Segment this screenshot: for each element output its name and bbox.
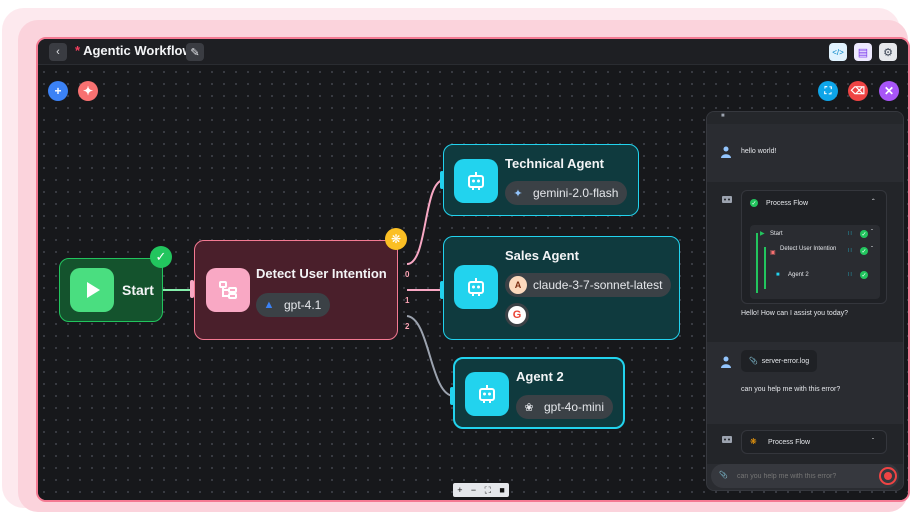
chat-message-user-2: 📎 server-error.log can you help me with … [707,342,903,424]
model-pill-agent2[interactable]: ❀ gpt-4o-mini [516,395,614,419]
status-success-icon: ✓ [150,246,172,268]
save-icon[interactable]: ▤ [854,43,872,61]
node-detect-label: Detect User Intention [256,266,387,281]
user-icon [721,356,731,368]
process-flow-title: Process Flow [766,200,809,207]
model-pill-sales[interactable]: A claude-3-7-sonnet-latest [505,273,672,297]
code-icon[interactable]: </> [829,43,847,61]
settings-icon[interactable]: ⚙ [879,43,897,61]
model-pill-detect[interactable]: ▲ gpt-4.1 [256,293,331,317]
edge-label-1: 1 [405,296,410,305]
chat-input-container: 📎 [711,464,899,488]
step-agent2-label: Agent 2 [788,272,809,278]
chat-top-row: ■ [707,112,903,124]
check-circle-icon: ✓ [860,230,868,238]
router-icon [206,268,250,312]
robot-icon [722,196,732,203]
app-window: ‹ * Agentic Workflow ✎ </> ▤ ⚙ + ✦ ⛶ ⌫ ✕ … [36,37,910,502]
back-icon[interactable]: ‹ [49,43,67,61]
robot-icon [454,159,498,203]
chevron-down-icon[interactable]: ˇ [871,246,873,254]
chevron-down-icon[interactable]: ˇ [872,438,874,446]
model-name-sales: claude-3-7-sonnet-latest [533,278,663,292]
play-icon: ▶ [760,231,765,237]
expand-icon[interactable]: ∷ [848,230,852,238]
unsaved-marker: * [75,43,81,58]
zoom-out-icon[interactable]: − [471,485,476,495]
zoom-controls: + − ⛶ ■ [453,483,509,497]
chat-text-user-1: hello world! [741,148,777,155]
fit-icon[interactable]: ⛶ [485,485,491,496]
check-circle-icon: ✓ [750,199,758,207]
process-flow-card[interactable]: ✓ Process Flow ˆ ▶ Start ∷ ✓ ˇ ▣ Detect … [741,190,887,304]
step-start-label: Start [770,231,783,237]
model-name-detect: gpt-4.1 [284,298,322,312]
expand-icon[interactable]: ∷ [848,247,852,255]
edge-label-0: 0 [405,270,410,279]
chat-text-bot-1: Hello! How can I assist you today? [741,310,848,317]
chevron-down-icon[interactable]: ˇ [871,229,873,237]
process-flow-card-pending[interactable]: ❋ Process Flow ˇ [741,430,887,454]
user-icon [721,146,731,158]
model-name-technical: gemini-2.0-flash [533,186,619,200]
robot-icon [454,265,498,309]
titlebar: ‹ * Agentic Workflow ✎ </> ▤ ⚙ [38,39,908,65]
status-running-icon: ❋ [385,228,407,250]
progress-line-nested [764,247,766,289]
edit-icon[interactable]: ✎ [186,43,204,61]
step-detect-label: Detect User Intention [780,246,837,252]
robot-icon: ■ [776,272,780,278]
record-icon[interactable] [879,467,897,485]
chat-message-user-1: hello world! [707,130,903,180]
process-flow-title-pending: Process Flow [768,439,811,446]
chat-input[interactable] [737,469,867,483]
chat-message-bot-1: ✓ Process Flow ˆ ▶ Start ∷ ✓ ˇ ▣ Detect … [707,182,903,342]
chat-input-bar: 📎 [707,464,903,490]
node-agent2-label: Agent 2 [516,369,564,384]
edge-label-2: 2 [405,322,410,331]
google-tool-pill[interactable]: G [505,303,529,327]
check-circle-icon: ✓ [860,247,868,255]
model-pill-technical[interactable]: ✦ gemini-2.0-flash [505,181,628,205]
openai-icon: ❀ [524,401,534,414]
robot-icon [722,436,732,443]
node-agent-2[interactable]: Agent 2 ❀ gpt-4o-mini [453,357,625,429]
anthropic-icon: A [509,276,527,294]
azure-icon: ▲ [263,299,275,311]
play-icon [70,268,114,312]
node-detect-intention[interactable]: Detect User Intention ▲ gpt-4.1 [194,240,398,340]
process-flow-steps: ▶ Start ∷ ✓ ˇ ▣ Detect User Intention ∷ … [750,225,880,299]
robot-icon [465,372,509,416]
google-icon: G [508,306,526,324]
attachment-chip[interactable]: 📎 server-error.log [741,350,818,372]
paperclip-icon: 📎 [749,358,758,365]
node-sales-label: Sales Agent [505,248,579,263]
chat-panel: ■ hello world! ✓ Process Flow ˆ ▶ Start … [706,111,904,491]
model-name-agent2: gpt-4o-mini [544,400,605,414]
page-title: * Agentic Workflow [75,43,193,58]
chat-text-user-2: can you help me with this error? [741,386,841,393]
chevron-up-icon[interactable]: ˆ [872,199,875,207]
node-sales-agent[interactable]: Sales Agent A claude-3-7-sonnet-latest G [443,236,680,340]
edge-detect-technical [406,179,445,265]
robot-icon: ■ [721,113,725,119]
progress-line [756,233,758,293]
router-icon: ▣ [770,250,776,256]
node-start[interactable]: Start [59,258,163,322]
chat-message-bot-2: ❋ Process Flow ˇ [707,424,903,466]
paperclip-icon[interactable]: 📎 [719,471,728,479]
node-technical-label: Technical Agent [505,156,604,171]
node-start-label: Start [122,282,154,298]
zoom-in-icon[interactable]: + [457,485,462,495]
workflow-title: Agentic Workflow [83,43,193,58]
attachment-name: server-error.log [761,357,810,365]
lock-icon[interactable]: ■ [499,485,504,495]
expand-icon[interactable]: ∷ [848,271,852,279]
loading-spinner-icon: ❋ [750,437,757,446]
check-circle-icon: ✓ [860,271,868,279]
node-technical-agent[interactable]: Technical Agent ✦ gemini-2.0-flash [443,144,639,216]
gemini-icon: ✦ [513,187,523,200]
